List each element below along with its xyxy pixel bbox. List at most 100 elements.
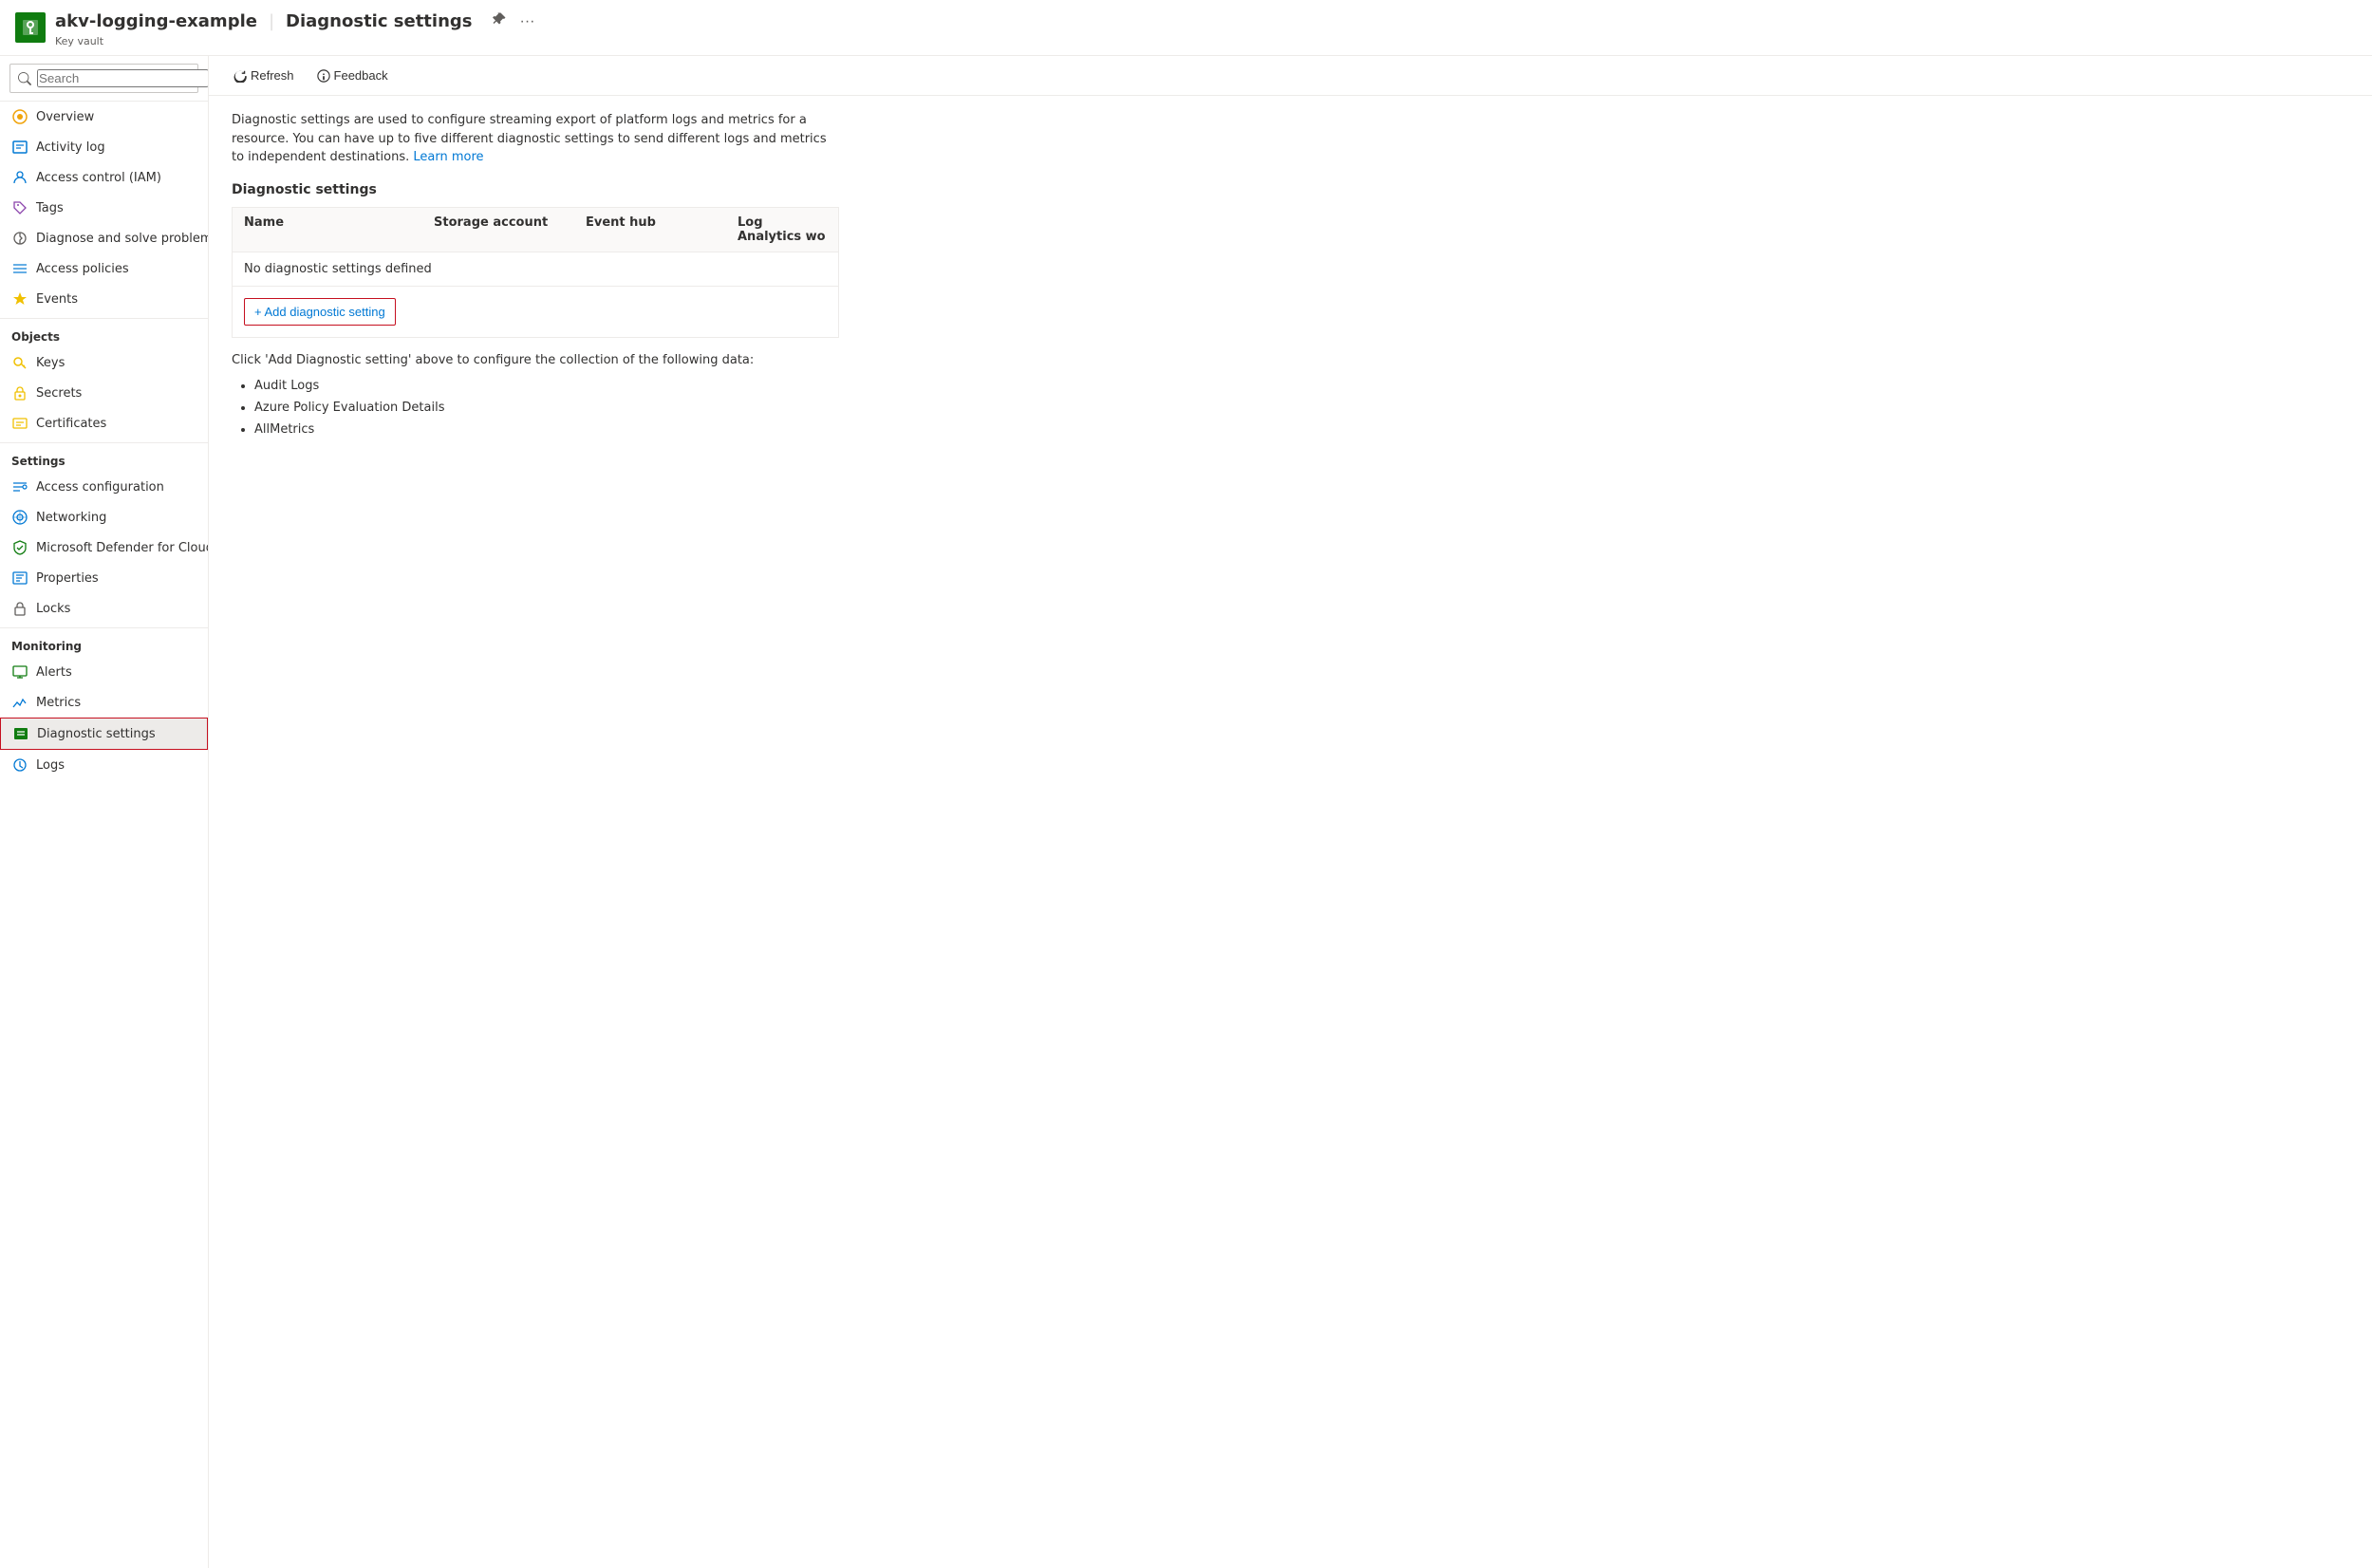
- sidebar-item-locks[interactable]: Locks: [0, 593, 208, 624]
- sidebar-item-logs[interactable]: Logs: [0, 750, 208, 780]
- col-eventhub: Event hub: [574, 208, 726, 252]
- main-layout: ≪ Overview Activity log: [0, 56, 2372, 1568]
- pin-button[interactable]: [488, 8, 511, 35]
- access-policies-icon: [11, 260, 28, 277]
- sidebar-item-secrets[interactable]: Secrets: [0, 378, 208, 408]
- sidebar-label-overview: Overview: [36, 110, 94, 124]
- sidebar-item-metrics[interactable]: Metrics: [0, 687, 208, 718]
- sidebar-label-alerts: Alerts: [36, 665, 72, 680]
- refresh-label: Refresh: [251, 68, 294, 83]
- activity-log-icon: [11, 139, 28, 156]
- events-icon: [11, 290, 28, 308]
- logs-icon: [11, 756, 28, 774]
- collection-intro: Click 'Add Diagnostic setting' above to …: [232, 353, 2349, 367]
- overview-icon: [11, 108, 28, 125]
- content-body: Diagnostic settings are used to configur…: [209, 96, 2372, 457]
- locks-icon: [11, 600, 28, 617]
- sidebar-item-access-policies[interactable]: Access policies: [0, 253, 208, 284]
- sidebar-item-activity-log[interactable]: Activity log: [0, 132, 208, 162]
- sidebar-item-properties[interactable]: Properties: [0, 563, 208, 593]
- sidebar-label-iam: Access control (IAM): [36, 171, 161, 185]
- col-name: Name: [233, 208, 422, 252]
- data-items-list: Audit Logs Azure Policy Evaluation Detai…: [232, 375, 2349, 441]
- sidebar-label-access-config: Access configuration: [36, 480, 164, 495]
- sidebar-item-diagnose[interactable]: Diagnose and solve problems: [0, 223, 208, 253]
- metrics-icon: [11, 694, 28, 711]
- diagnostic-settings-table: Name Storage account Event hub Log Analy…: [232, 207, 839, 338]
- sidebar-label-defender: Microsoft Defender for Cloud: [36, 541, 208, 555]
- access-config-icon: [11, 478, 28, 495]
- secrets-icon: [11, 384, 28, 401]
- sidebar: ≪ Overview Activity log: [0, 56, 209, 1568]
- description-text: Diagnostic settings are used to configur…: [232, 113, 827, 164]
- key-vault-icon: [21, 18, 40, 37]
- add-setting-row: + Add diagnostic setting: [233, 287, 838, 337]
- sidebar-item-access-config[interactable]: Access configuration: [0, 472, 208, 502]
- sidebar-label-certificates: Certificates: [36, 417, 106, 431]
- tags-icon: [11, 199, 28, 216]
- app-header: akv-logging-example | Diagnostic setting…: [0, 0, 2372, 56]
- diagnose-icon: [11, 230, 28, 247]
- col-storage: Storage account: [422, 208, 574, 252]
- page-name: Diagnostic settings: [286, 11, 472, 31]
- sidebar-label-diagnostic-settings: Diagnostic settings: [37, 727, 156, 741]
- sidebar-item-alerts[interactable]: Alerts: [0, 657, 208, 687]
- list-item-policy-details: Azure Policy Evaluation Details: [254, 397, 2349, 419]
- title-separator: |: [269, 11, 274, 31]
- search-input[interactable]: [37, 69, 209, 87]
- defender-icon: [11, 539, 28, 556]
- add-diagnostic-setting-button[interactable]: + Add diagnostic setting: [244, 298, 396, 326]
- more-button[interactable]: ···: [516, 9, 539, 34]
- sidebar-label-activity-log: Activity log: [36, 140, 105, 155]
- resource-type: Key vault: [55, 35, 538, 47]
- diagnostic-settings-icon: [12, 725, 29, 742]
- main-content: Refresh Feedback Diagnostic settings are…: [209, 56, 2372, 1568]
- sidebar-label-events: Events: [36, 292, 78, 307]
- certificates-icon: [11, 415, 28, 432]
- feedback-button[interactable]: Feedback: [308, 64, 398, 87]
- add-setting-label: + Add diagnostic setting: [254, 305, 385, 319]
- sidebar-label-keys: Keys: [36, 356, 65, 370]
- sidebar-item-defender[interactable]: Microsoft Defender for Cloud: [0, 532, 208, 563]
- sidebar-label-access-policies: Access policies: [36, 262, 129, 276]
- sidebar-label-networking: Networking: [36, 511, 106, 525]
- refresh-icon: [233, 69, 247, 83]
- empty-row: No diagnostic settings defined: [233, 252, 838, 287]
- search-icon: [18, 72, 31, 85]
- learn-more-link[interactable]: Learn more: [413, 150, 483, 164]
- sidebar-label-properties: Properties: [36, 571, 99, 586]
- section-settings: Settings: [0, 442, 208, 472]
- description: Diagnostic settings are used to configur…: [232, 111, 839, 167]
- header-title-block: akv-logging-example | Diagnostic setting…: [55, 8, 538, 47]
- sidebar-label-logs: Logs: [36, 758, 65, 773]
- sidebar-item-keys[interactable]: Keys: [0, 347, 208, 378]
- sidebar-item-events[interactable]: Events: [0, 284, 208, 314]
- section-objects: Objects: [0, 318, 208, 347]
- sidebar-nav: Overview Activity log Access control (IA…: [0, 102, 208, 1568]
- sidebar-search-area: ≪: [0, 56, 208, 102]
- search-wrap: ≪: [9, 64, 198, 93]
- sidebar-item-certificates[interactable]: Certificates: [0, 408, 208, 439]
- sidebar-item-iam[interactable]: Access control (IAM): [0, 162, 208, 193]
- sidebar-item-tags[interactable]: Tags: [0, 193, 208, 223]
- sidebar-item-networking[interactable]: Networking: [0, 502, 208, 532]
- page-title: akv-logging-example | Diagnostic setting…: [55, 8, 538, 35]
- list-item-audit-logs: Audit Logs: [254, 375, 2349, 397]
- list-item-allmetrics: AllMetrics: [254, 419, 2349, 440]
- sidebar-label-tags: Tags: [36, 201, 64, 215]
- sidebar-item-diagnostic-settings[interactable]: Diagnostic settings: [0, 718, 208, 750]
- keys-icon: [11, 354, 28, 371]
- sidebar-label-locks: Locks: [36, 602, 70, 616]
- refresh-button[interactable]: Refresh: [224, 64, 304, 87]
- sidebar-label-diagnose: Diagnose and solve problems: [36, 232, 208, 246]
- app-icon: [15, 12, 46, 43]
- properties-icon: [11, 569, 28, 587]
- sidebar-label-metrics: Metrics: [36, 696, 81, 710]
- iam-icon: [11, 169, 28, 186]
- sidebar-item-overview[interactable]: Overview: [0, 102, 208, 132]
- feedback-label: Feedback: [334, 68, 388, 83]
- feedback-icon: [317, 69, 330, 83]
- section-monitoring: Monitoring: [0, 627, 208, 657]
- diagnostic-settings-section-title: Diagnostic settings: [232, 182, 2349, 197]
- col-loganalytics: Log Analytics wo: [726, 208, 840, 252]
